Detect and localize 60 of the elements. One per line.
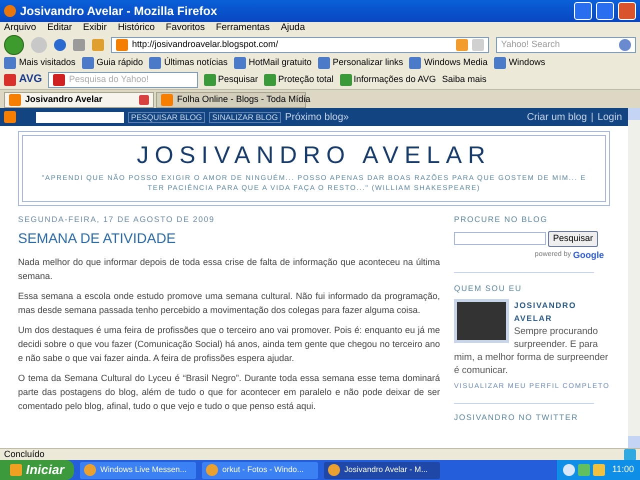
navbar-search-field[interactable] [36,112,124,122]
sidebar-heading: QUEM SOU EU [454,283,523,295]
avg-search-placeholder: Pesquisa do Yahoo! [69,72,150,86]
close-button[interactable] [618,2,636,20]
tab-label: Josivandro Avelar [25,93,104,106]
browser-tab[interactable]: Josivandro Avelar [4,92,154,108]
tab-label: Folha Online - Blogs - Toda Mídia [177,93,310,106]
blog-title: JOSIVANDRO AVELAR [136,143,492,169]
menu-item[interactable]: Exibir [83,20,107,36]
menu-item[interactable]: Histórico [118,20,155,36]
login-link[interactable]: Login [598,110,622,124]
toolbar-button[interactable]: Saiba mais [442,72,487,86]
maximize-button[interactable] [596,2,614,20]
google-logo: Google [573,248,604,262]
bookmark-link[interactable]: Últimas notícias [149,56,228,70]
navbar-button[interactable]: SINALIZAR BLOG [209,112,281,122]
window-title: Josivandro Avelar - Mozilla Firefox [20,3,218,20]
bookmark-link[interactable]: Mais visitados [4,56,76,70]
toolbar-button[interactable]: Pesquisar [204,72,258,86]
search-button[interactable]: Pesquisar [548,231,598,246]
bookmark-link[interactable]: Personalizar links [318,56,404,70]
address-field[interactable]: http://josivandroavelar.blogspot.com/ [111,37,489,53]
address-text: http://josivandroavelar.blogspot.com/ [132,38,280,52]
post-paragraph: Um dos destaques é uma feira de profissões que o terceiro ano vai promover. Pois é: enquanto eu já me decidi sobre o que vou fazer (Comunicação Social) há anos, ainda tem gente que chegou no terceiro ano e não sabe o que vai fazer ainda. A feira de profissões espera ajudar. [18,324,440,365]
back-button[interactable] [4,35,24,55]
taskbar-button[interactable]: Josivandro Avelar - M... [324,462,440,478]
sidebar-heading: PROCURE NO BLOG [454,214,549,226]
sidebar-heading: JOSIVANDRO NO TWITTER [454,412,580,424]
minimize-button[interactable] [574,2,592,20]
bookmark-link[interactable]: HotMail gratuito [234,56,312,70]
profile-bio: Sempre procurando surpreender. E para mim, a melhor forma de surpreender é comunicar. [454,326,608,376]
menu-item[interactable]: Ferramentas [216,20,270,36]
post-paragraph: Nada melhor do que informar depois de toda essa crise de falta de informação que aconteceu na última semana. [18,256,440,283]
toolbar-button[interactable]: Informações do AVG [340,72,436,86]
create-blog-link[interactable]: Criar um blog [526,110,587,124]
post-date: SEGUNDA-FEIRA, 17 DE AGOSTO DE 2009 [18,214,216,226]
menu-item[interactable]: Editar [47,20,72,36]
avg-logo[interactable]: AVG [4,71,42,88]
link-separator: | [590,110,594,124]
post-paragraph: Essa semana a escola onde estudo promove uma semana cultural. Não fui informado da programação, mas desde semana passada tenho percebido a movimentação dos colegas para fazer alguma coisa. [18,290,440,317]
search-placeholder: Yahoo! Search [501,38,561,52]
navbar-button[interactable]: PESQUISAR BLOG [128,112,206,122]
profile-name-link[interactable]: JOSIVANDRO AVELAR [454,299,610,325]
profile-photo-placeholder[interactable] [454,299,509,343]
post-title[interactable]: SEMANA DE ATIVIDADE [18,228,440,249]
bookmark-link[interactable]: Guia rápido [82,56,144,70]
menu-item[interactable]: Arquivo [4,20,36,36]
blog-search-field[interactable] [454,232,546,246]
post-paragraph: O tema da Semana Cultural do Lyceu é “Brasil Negro”. Durante toda essa semana esse tema dominará parte das postagens do blog, além de tudo o que for acontecer em paralelo e não pode deixar de ser comentado pelo blog, afinal, tudo o que vejo e tudo o que penso está aqui. [18,372,440,413]
clock: 11:00 [612,463,634,476]
menu-item[interactable]: Favoritos [166,20,205,36]
taskbar-button[interactable]: Windows Live Messen... [80,462,196,478]
start-button[interactable]: Iniciar [0,460,74,480]
bookmark-link[interactable]: Windows Media [409,56,488,70]
menu-item[interactable]: Ajuda [280,20,306,36]
bookmark-link[interactable]: Windows [494,56,546,70]
status-text: Concluído [4,448,45,461]
next-blog-link[interactable]: Próximo blog» [284,110,523,124]
taskbar-button[interactable]: orkut - Fotos - Windo... [202,462,318,478]
toolbar-button[interactable]: Proteção total [264,72,334,86]
